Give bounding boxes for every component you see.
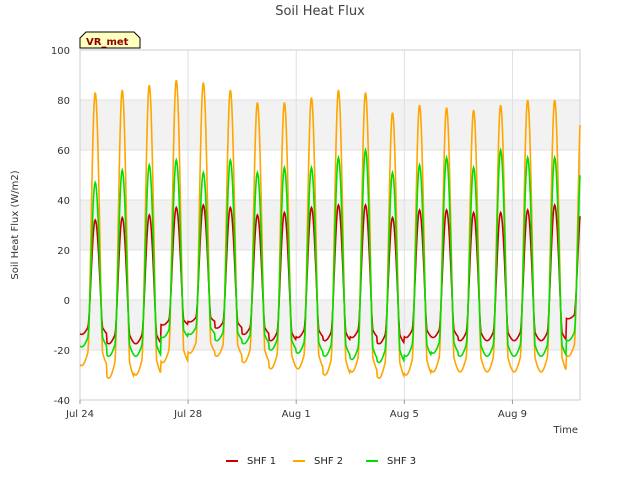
- x-tick-label: Aug 1: [282, 409, 311, 420]
- y-tick-label: -20: [54, 346, 70, 357]
- y-tick-label: 0: [64, 296, 70, 307]
- y-tick-label: -40: [54, 396, 70, 407]
- x-axis-label: Time: [553, 425, 578, 436]
- chart-container: -40 -20 0 20 40 60 80 100 Jul 24 Jul 28 Aug 1 Aug …: [0, 0, 640, 480]
- y-tick-label: 80: [57, 96, 70, 107]
- y-tick-label: 40: [57, 196, 70, 207]
- y-axis-label: Soil Heat Flux (W/m2): [10, 170, 21, 279]
- x-tick-label: Jul 28: [173, 409, 202, 420]
- x-tick-label: Aug 9: [498, 409, 527, 420]
- station-badge: VR_met: [79, 31, 141, 49]
- legend: SHF 1 SHF 2 SHF 3: [226, 456, 416, 467]
- x-tick-label: Jul 24: [65, 409, 94, 420]
- chart-title: Soil Heat Flux: [275, 4, 365, 19]
- y-tick-label: 100: [51, 46, 70, 57]
- chart-svg: -40 -20 0 20 40 60 80 100 Jul 24 Jul 28 Aug 1 Aug …: [0, 0, 640, 480]
- legend-label: SHF 1: [247, 456, 276, 467]
- legend-label: SHF 3: [387, 456, 416, 467]
- y-tick-label: 20: [57, 246, 70, 257]
- badge-label: VR_met: [86, 37, 129, 48]
- grid-band: [80, 100, 580, 150]
- legend-label: SHF 2: [314, 456, 343, 467]
- x-tick-label: Aug 5: [390, 409, 419, 420]
- y-tick-label: 60: [57, 146, 70, 157]
